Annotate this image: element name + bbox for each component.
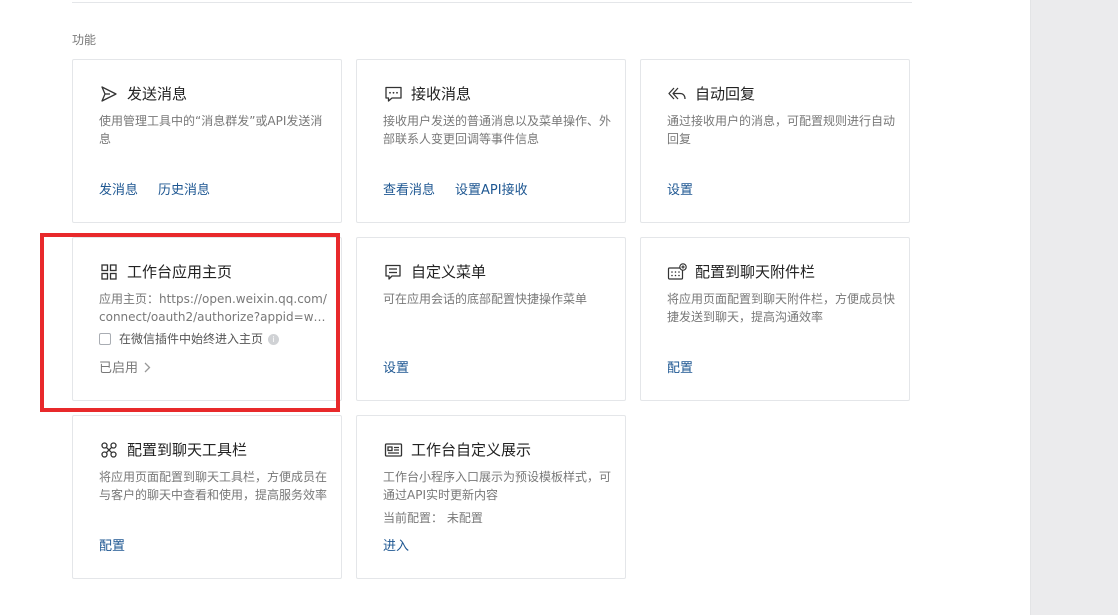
card-title: 工作台应用主页 (127, 263, 233, 281)
card-chat-toolbar: 配置到聊天工具栏 将应用页面配置到聊天工具栏，方便成员在与客户的聊天中查看和使用… (72, 415, 342, 579)
card-workbench-homepage: 工作台应用主页 应用主页：https://open.weixin.qq.com/… (72, 237, 342, 401)
card-custom-menu: 自定义菜单 可在应用会话的底部配置快捷操作菜单 设置 (356, 237, 626, 401)
configure-attachment-bar-link[interactable]: 配置 (667, 360, 693, 378)
card-title: 自定义菜单 (411, 263, 487, 281)
section-label: 功能 (72, 33, 97, 47)
info-icon[interactable]: i (268, 333, 280, 345)
card-send-message: 发送消息 使用管理工具中的“消息群发”或API发送消息 发消息 历史消息 (72, 59, 342, 223)
send-icon (99, 84, 119, 104)
enter-link[interactable]: 进入 (383, 538, 409, 556)
attachment-bar-icon (667, 262, 687, 282)
card-description: 接收用户发送的普通消息以及菜单操作、外部联系人变更回调等事件信息 (383, 114, 612, 146)
card-description: 通过接收用户的消息，可配置规则进行自动回复 (667, 114, 896, 146)
section-divider (72, 2, 912, 3)
chat-bubble-icon (383, 84, 403, 104)
auto-reply-settings-link[interactable]: 设置 (667, 182, 693, 200)
card-description: 将应用页面配置到聊天附件栏，方便成员快捷发送到聊天，提高沟通效率 (667, 292, 896, 324)
checkbox-label: 在微信插件中始终进入主页 (119, 332, 264, 346)
menu-icon (383, 262, 403, 282)
send-message-link[interactable]: 发消息 (99, 182, 138, 200)
card-description: 可在应用会话的底部配置快捷操作菜单 (383, 292, 588, 306)
configure-toolbar-link[interactable]: 配置 (99, 538, 125, 556)
view-messages-link[interactable]: 查看消息 (383, 182, 435, 200)
display-card-icon (383, 440, 403, 460)
card-auto-reply: 自动回复 通过接收用户的消息，可配置规则进行自动回复 设置 (640, 59, 910, 223)
card-receive-message: 接收消息 接收用户发送的普通消息以及菜单操作、外部联系人变更回调等事件信息 查看… (356, 59, 626, 223)
card-description: 使用管理工具中的“消息群发”或API发送消息 (99, 114, 323, 146)
card-title: 工作台自定义展示 (411, 441, 532, 459)
message-history-link[interactable]: 历史消息 (158, 182, 210, 200)
card-description: 工作台小程序入口展示为预设模板样式，可通过API实时更新内容 (383, 470, 612, 502)
reply-icon (667, 84, 687, 104)
current-config-status: 当前配置： 未配置 (383, 511, 483, 525)
right-side-panel (1031, 0, 1118, 615)
set-api-receive-link[interactable]: 设置API接收 (455, 182, 528, 200)
card-title: 接收消息 (411, 85, 472, 103)
card-title: 发送消息 (127, 85, 188, 103)
enabled-status-link[interactable]: 已启用 (99, 360, 151, 378)
card-description: 将应用页面配置到聊天工具栏，方便成员在与客户的聊天中查看和使用，提高服务效率 (99, 470, 328, 502)
card-chat-attachment-bar: 配置到聊天附件栏 将应用页面配置到聊天附件栏，方便成员快捷发送到聊天，提高沟通效… (640, 237, 910, 401)
homepage-url: 应用主页：https://open.weixin.qq.com/connect/… (99, 292, 327, 324)
card-workbench-custom-display: 工作台自定义展示 工作台小程序入口展示为预设模板样式，可通过API实时更新内容 … (356, 415, 626, 579)
grid-icon (99, 262, 119, 282)
status-label: 已启用 (99, 361, 139, 376)
chevron-right-icon (144, 360, 151, 378)
card-title: 配置到聊天附件栏 (695, 263, 816, 281)
toolbar-icon (99, 440, 119, 460)
card-title: 自动回复 (695, 85, 756, 103)
custom-menu-settings-link[interactable]: 设置 (383, 360, 409, 378)
card-title: 配置到聊天工具栏 (127, 441, 248, 459)
always-enter-homepage-checkbox[interactable] (99, 333, 111, 345)
